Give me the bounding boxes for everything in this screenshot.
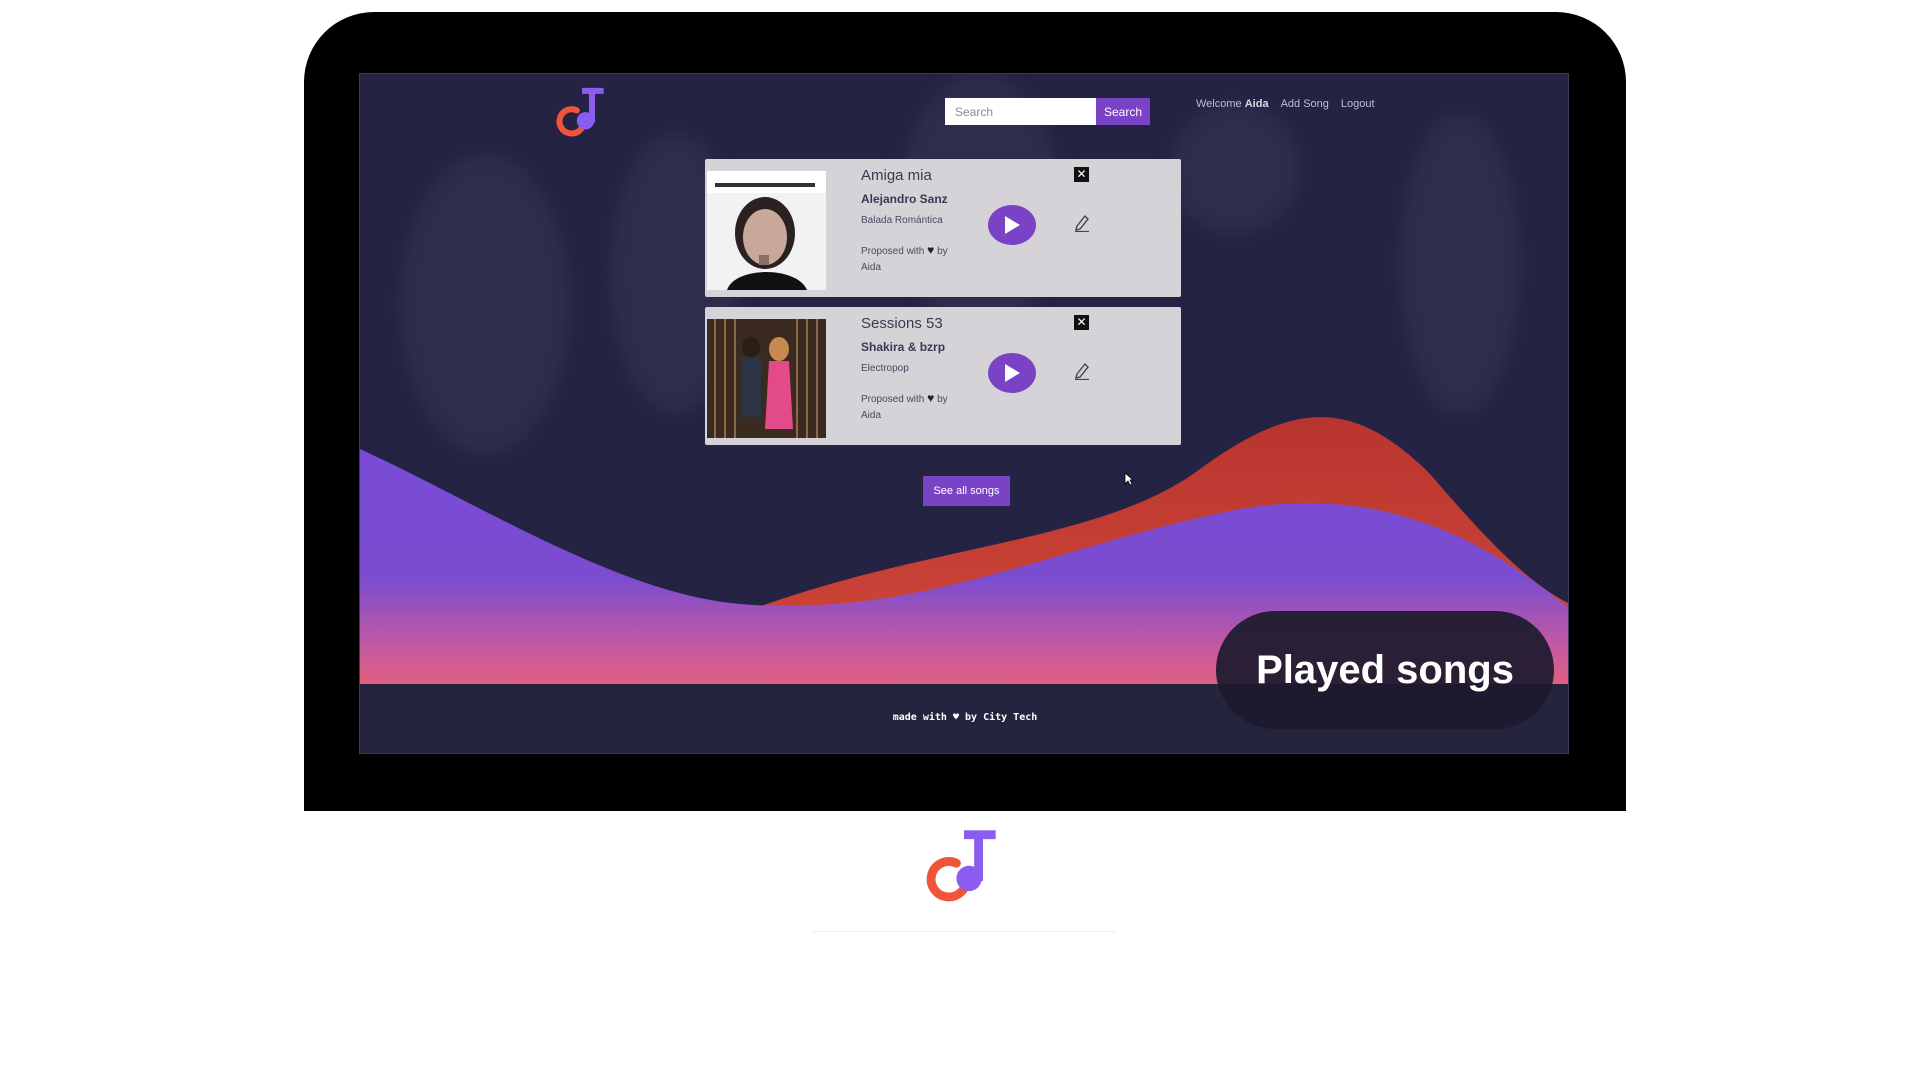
proposed-by: by — [937, 246, 948, 257]
pencil-icon[interactable] — [1073, 360, 1091, 380]
play-icon — [1005, 364, 1020, 382]
badge-label: Played songs — [1256, 647, 1514, 692]
song-title: Amiga mia — [861, 167, 932, 184]
play-icon — [1005, 216, 1020, 234]
search-input[interactable] — [945, 98, 1096, 125]
proposed-by: by — [937, 394, 948, 405]
play-button[interactable] — [988, 205, 1036, 245]
proposer-name: Aida — [861, 262, 882, 273]
proposed-by-text: Proposed with ♥ by Aida — [861, 390, 971, 424]
played-songs-badge: Played songs — [1216, 611, 1554, 729]
song-artist: Shakira & bzrp — [861, 340, 946, 354]
album-cover-image — [707, 171, 826, 290]
add-song-link[interactable]: Add Song — [1281, 98, 1329, 112]
logout-link[interactable]: Logout — [1341, 98, 1375, 112]
nav-links: Welcome Aida Add Song Logout — [1196, 98, 1375, 112]
footer-prefix: made with — [892, 712, 947, 723]
song-genre: Electropop — [861, 363, 909, 374]
song-genre: Balada Romántica — [861, 215, 943, 226]
album-cover-image — [707, 319, 826, 438]
delete-song-button[interactable]: ✕ — [1074, 315, 1089, 330]
mouse-cursor-icon — [1124, 472, 1134, 486]
song-artist: Alejandro Sanz — [861, 192, 948, 206]
song-title: Sessions 53 — [861, 315, 943, 332]
heart-icon: ♥ — [952, 712, 959, 723]
pencil-icon[interactable] — [1073, 212, 1091, 232]
heart-icon: ♥ — [927, 243, 935, 257]
delete-song-button[interactable]: ✕ — [1074, 167, 1089, 182]
welcome-text: Welcome Aida — [1196, 98, 1269, 112]
user-name: Aida — [1244, 98, 1269, 110]
proposed-by-text: Proposed with ♥ by Aida — [861, 242, 971, 276]
welcome-prefix: Welcome — [1196, 98, 1242, 110]
see-all-songs-button[interactable]: See all songs — [923, 476, 1010, 506]
footer-suffix: by City Tech — [965, 712, 1038, 723]
music-note-logo-icon — [926, 830, 996, 902]
proposer-name: Aida — [861, 410, 882, 421]
heart-icon: ♥ — [927, 391, 935, 405]
search-button[interactable]: Search — [1096, 98, 1150, 125]
song-card: Sessions 53 Shakira & bzrp Electropop Pr… — [705, 307, 1181, 445]
divider — [812, 931, 1116, 932]
close-icon: ✕ — [1076, 315, 1087, 329]
proposed-prefix: Proposed with — [861, 394, 925, 405]
play-button[interactable] — [988, 353, 1036, 393]
music-note-logo-icon[interactable] — [556, 84, 608, 142]
song-card: Amiga mia Alejandro Sanz Balada Romántic… — [705, 159, 1181, 297]
close-icon: ✕ — [1076, 167, 1087, 181]
proposed-prefix: Proposed with — [861, 246, 925, 257]
